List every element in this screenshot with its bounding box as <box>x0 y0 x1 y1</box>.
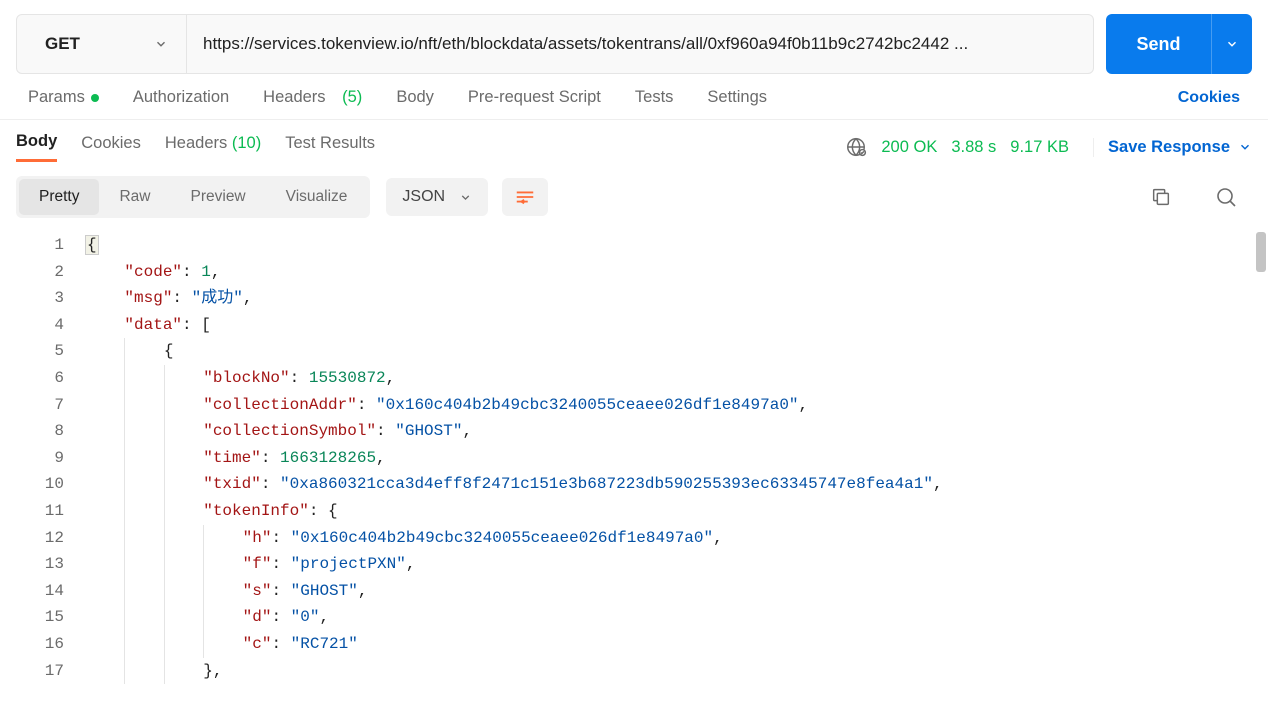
send-dropdown-button[interactable] <box>1212 14 1252 74</box>
copy-icon[interactable] <box>1144 180 1178 214</box>
chevron-down-icon <box>459 191 472 204</box>
line-wrap-button[interactable] <box>502 178 548 216</box>
response-tab-cookies[interactable]: Cookies <box>81 134 141 161</box>
scrollbar-thumb[interactable] <box>1256 232 1266 272</box>
globe-icon[interactable] <box>845 136 867 158</box>
http-method-label: GET <box>45 34 80 54</box>
view-visualize[interactable]: Visualize <box>266 179 368 215</box>
tab-authorization[interactable]: Authorization <box>133 88 229 107</box>
url-text: https://services.tokenview.io/nft/eth/bl… <box>203 34 968 54</box>
tab-prerequest[interactable]: Pre-request Script <box>468 88 601 107</box>
status-size: 9.17 KB <box>1010 138 1069 157</box>
view-raw[interactable]: Raw <box>99 179 170 215</box>
tab-settings[interactable]: Settings <box>707 88 767 107</box>
view-preview[interactable]: Preview <box>171 179 266 215</box>
response-tab-testresults[interactable]: Test Results <box>285 134 375 161</box>
params-active-dot <box>91 94 99 102</box>
tab-headers[interactable]: Headers (5) <box>263 88 362 107</box>
tab-tests[interactable]: Tests <box>635 88 674 107</box>
tab-params[interactable]: Params <box>28 88 99 107</box>
view-mode-group: Pretty Raw Preview Visualize <box>16 176 370 218</box>
cookies-link[interactable]: Cookies <box>1178 89 1240 107</box>
save-response-button[interactable]: Save Response <box>1093 138 1252 157</box>
tab-body[interactable]: Body <box>396 88 434 107</box>
line-number-gutter: 1234567891011121314151617 <box>16 228 86 711</box>
url-input[interactable]: https://services.tokenview.io/nft/eth/bl… <box>187 15 1093 73</box>
search-icon[interactable] <box>1208 179 1244 215</box>
send-button[interactable]: Send <box>1106 14 1212 74</box>
response-tab-body[interactable]: Body <box>16 132 57 162</box>
format-select[interactable]: JSON <box>386 178 488 216</box>
status-code: 200 OK <box>881 138 937 157</box>
chevron-down-icon <box>154 37 168 51</box>
http-method-select[interactable]: GET <box>17 15 187 73</box>
view-pretty[interactable]: Pretty <box>19 179 99 215</box>
response-tab-headers[interactable]: Headers (10) <box>165 134 261 161</box>
response-body-code[interactable]: { "code": 1, "msg": "成功", "data": [ { "b… <box>86 228 943 711</box>
status-time: 3.88 s <box>951 138 996 157</box>
